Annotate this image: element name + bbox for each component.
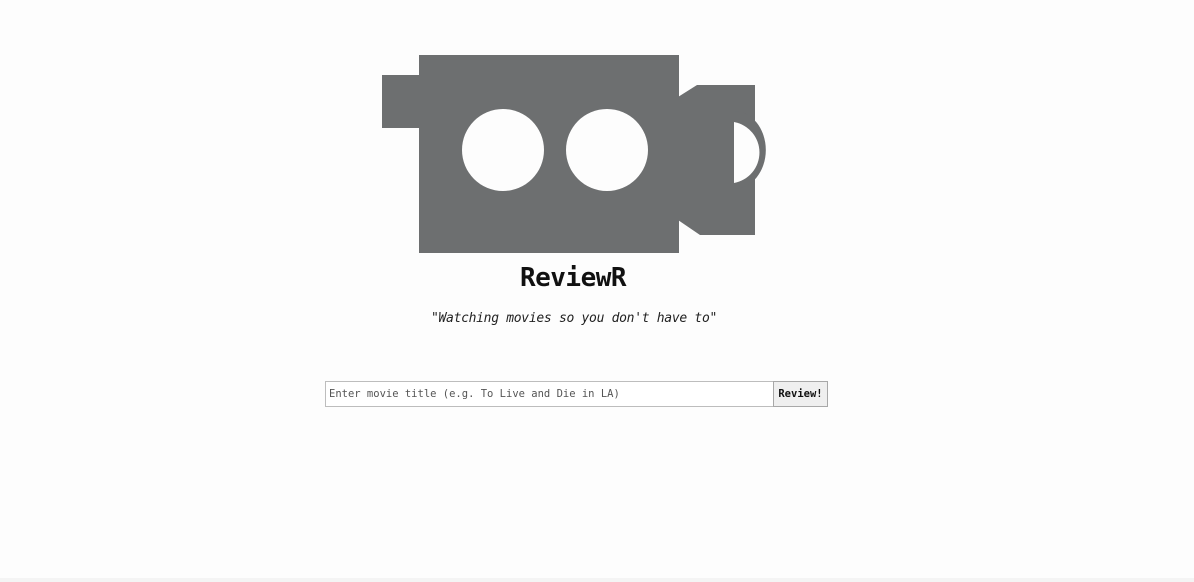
search-form: Review! [325,381,828,407]
tagline: "Watching movies so you don't have to" [430,311,717,326]
page-bottom-divider [0,578,1194,582]
page: ReviewR "Watching movies so you don't ha… [0,0,1194,582]
movie-title-input[interactable] [325,381,773,407]
app-title: ReviewR [519,263,627,293]
review-button[interactable]: Review! [773,381,828,407]
movie-camera-icon [382,55,766,253]
